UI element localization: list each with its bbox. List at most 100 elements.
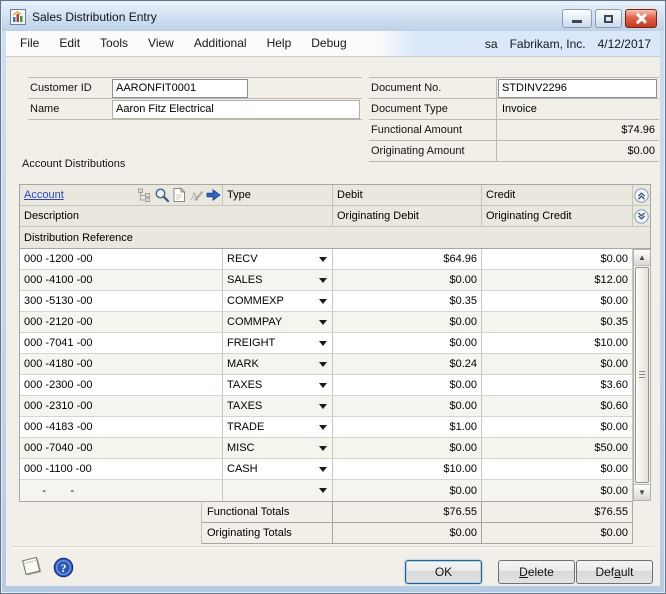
- maximize-icon: [604, 15, 613, 23]
- credit-cell[interactable]: $12.00: [482, 270, 633, 291]
- menu-item-view[interactable]: View: [138, 31, 184, 56]
- vertical-scrollbar[interactable]: ▲ ▼: [633, 249, 651, 501]
- credit-cell[interactable]: $3.60: [482, 375, 633, 396]
- debit-cell[interactable]: $0.00: [333, 375, 482, 396]
- type-dropdown-icon[interactable]: [319, 383, 327, 388]
- account-cell[interactable]: 000 -1200 -00: [20, 249, 223, 270]
- distribution-reference-header: Distribution Reference: [20, 227, 650, 248]
- type-dropdown-icon[interactable]: [319, 467, 327, 472]
- type-cell[interactable]: CASH: [223, 459, 333, 480]
- close-button[interactable]: [625, 9, 657, 28]
- type-cell[interactable]: SALES: [223, 270, 333, 291]
- type-cell[interactable]: MISC: [223, 438, 333, 459]
- credit-cell[interactable]: $50.00: [482, 438, 633, 459]
- type-dropdown-icon[interactable]: [319, 488, 327, 493]
- type-dropdown-icon[interactable]: [319, 446, 327, 451]
- type-cell[interactable]: [223, 480, 333, 501]
- menu-item-file[interactable]: File: [10, 31, 49, 56]
- lookup-icon[interactable]: [154, 187, 170, 203]
- type-cell[interactable]: TAXES: [223, 375, 333, 396]
- scroll-down-icon[interactable]: ▼: [634, 484, 650, 500]
- account-cell[interactable]: 000 -7040 -00: [20, 438, 223, 459]
- type-dropdown-icon[interactable]: [319, 425, 327, 430]
- credit-cell[interactable]: $0.00: [482, 480, 633, 501]
- account-cell[interactable]: 000 -7041 -00: [20, 333, 223, 354]
- delete-button[interactable]: Delete: [498, 560, 575, 584]
- help-icon[interactable]: ?: [53, 557, 74, 578]
- document-no-field[interactable]: STDINV2296: [498, 79, 657, 98]
- type-dropdown-icon[interactable]: [319, 341, 327, 346]
- grid-toolbar: A: [137, 187, 222, 203]
- table-row: 000 -4180 -00MARK$0.24$0.00: [20, 354, 633, 375]
- menu-item-edit[interactable]: Edit: [49, 31, 90, 56]
- credit-cell[interactable]: $0.35: [482, 312, 633, 333]
- note-icon[interactable]: [20, 555, 46, 579]
- debit-cell[interactable]: $0.35: [333, 291, 482, 312]
- type-dropdown-icon[interactable]: [319, 299, 327, 304]
- table-row: 000 -4183 -00TRADE$1.00$0.00: [20, 417, 633, 438]
- account-cell[interactable]: 300 -5130 -00: [20, 291, 223, 312]
- account-cell[interactable]: 000 -4180 -00: [20, 354, 223, 375]
- scrollbar-thumb[interactable]: [635, 267, 649, 483]
- credit-cell[interactable]: $10.00: [482, 333, 633, 354]
- totals-row: Functional Totals$76.55$76.55: [201, 502, 633, 523]
- maximize-button[interactable]: [595, 9, 622, 28]
- document-icon[interactable]: [171, 187, 187, 203]
- table-row: 000 -2300 -00TAXES$0.00$3.60: [20, 375, 633, 396]
- debit-cell[interactable]: $0.00: [333, 396, 482, 417]
- debit-cell[interactable]: $64.96: [333, 249, 482, 270]
- menu-item-debug[interactable]: Debug: [301, 31, 356, 56]
- account-cell[interactable]: 000 -2120 -00: [20, 312, 223, 333]
- account-cell[interactable]: 000 -4100 -00: [20, 270, 223, 291]
- debit-cell[interactable]: $0.00: [333, 438, 482, 459]
- account-cell[interactable]: 000 -4183 -00: [20, 417, 223, 438]
- debit-cell[interactable]: $0.24: [333, 354, 482, 375]
- type-cell[interactable]: MARK: [223, 354, 333, 375]
- type-cell[interactable]: TAXES: [223, 396, 333, 417]
- credit-cell[interactable]: $0.00: [482, 417, 633, 438]
- collapse-rows-button[interactable]: [633, 185, 650, 205]
- type-cell[interactable]: RECV: [223, 249, 333, 270]
- credit-cell[interactable]: $0.60: [482, 396, 633, 417]
- credit-cell[interactable]: $0.00: [482, 459, 633, 480]
- menu-item-tools[interactable]: Tools: [90, 31, 138, 56]
- totals-row: Originating Totals$0.00$0.00: [201, 523, 633, 544]
- debit-cell[interactable]: $0.00: [333, 480, 482, 501]
- debit-cell[interactable]: $0.00: [333, 312, 482, 333]
- type-cell[interactable]: COMMPAY: [223, 312, 333, 333]
- credit-cell[interactable]: $0.00: [482, 249, 633, 270]
- menu-item-help[interactable]: Help: [257, 31, 302, 56]
- type-dropdown-icon[interactable]: [319, 404, 327, 409]
- goto-arrow-icon[interactable]: [205, 187, 222, 203]
- debit-cell[interactable]: $10.00: [333, 459, 482, 480]
- grid-totals: Functional Totals$76.55$76.55Originating…: [201, 502, 633, 544]
- type-cell[interactable]: COMMEXP: [223, 291, 333, 312]
- account-cell[interactable]: 000 -1100 -00: [20, 459, 223, 480]
- debit-cell[interactable]: $0.00: [333, 270, 482, 291]
- minimize-button[interactable]: [562, 9, 592, 28]
- type-cell[interactable]: TRADE: [223, 417, 333, 438]
- menu-item-additional[interactable]: Additional: [184, 31, 257, 56]
- account-cell[interactable]: - -: [20, 480, 223, 501]
- type-dropdown-icon[interactable]: [319, 257, 327, 262]
- customer-name-field: Aaron Fitz Electrical: [112, 100, 360, 119]
- table-row: 000 -1100 -00CASH$10.00$0.00: [20, 459, 633, 480]
- type-dropdown-icon[interactable]: [319, 362, 327, 367]
- customer-id-field[interactable]: AARONFIT0001: [112, 79, 248, 98]
- scroll-up-icon[interactable]: ▲: [634, 250, 650, 266]
- expand-rows-button[interactable]: [633, 206, 650, 226]
- credit-cell[interactable]: $0.00: [482, 354, 633, 375]
- debit-cell[interactable]: $1.00: [333, 417, 482, 438]
- customer-name-label: Name: [28, 103, 112, 115]
- credit-cell[interactable]: $0.00: [482, 291, 633, 312]
- minimize-icon: [572, 20, 582, 23]
- type-dropdown-icon[interactable]: [319, 320, 327, 325]
- account-cell[interactable]: 000 -2300 -00: [20, 375, 223, 396]
- debit-cell[interactable]: $0.00: [333, 333, 482, 354]
- account-header-link[interactable]: Account: [24, 189, 64, 201]
- account-cell[interactable]: 000 -2310 -00: [20, 396, 223, 417]
- default-button[interactable]: Default: [576, 560, 653, 584]
- ok-button[interactable]: OK: [405, 560, 482, 584]
- type-cell[interactable]: FREIGHT: [223, 333, 333, 354]
- type-dropdown-icon[interactable]: [319, 278, 327, 283]
